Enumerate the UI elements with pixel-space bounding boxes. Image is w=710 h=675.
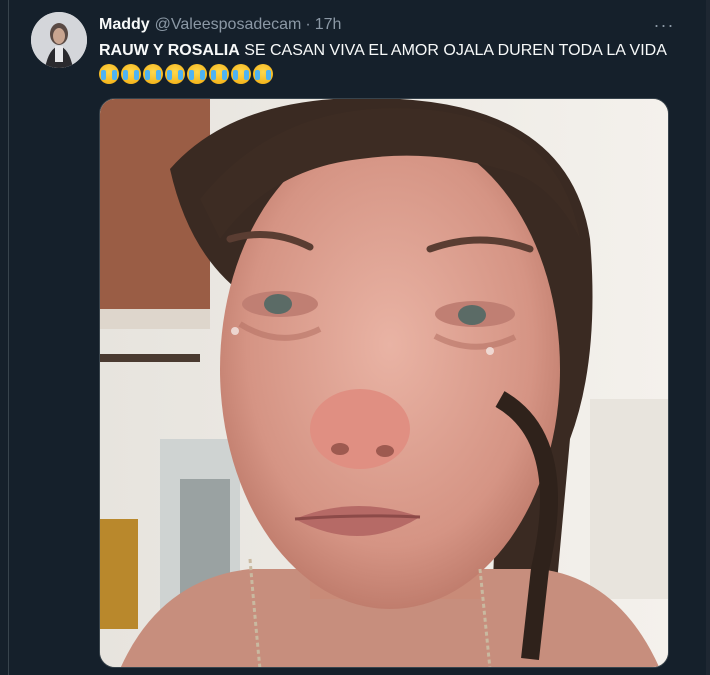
crying-face-emoji: [253, 64, 273, 84]
scrollbar[interactable]: [706, 0, 710, 675]
crying-woman-photo: [100, 99, 668, 667]
avatar-image: [31, 12, 87, 68]
avatar[interactable]: [31, 12, 87, 68]
timestamp[interactable]: 17h: [315, 16, 342, 34]
crying-face-emoji: [231, 64, 251, 84]
crying-face-emoji: [165, 64, 185, 84]
tweet-header: Maddy @Valeesposadecam · 17h ···: [99, 14, 687, 36]
crying-face-emoji: [143, 64, 163, 84]
tweet[interactable]: Maddy @Valeesposadecam · 17h ··· RAUW Y …: [9, 0, 707, 675]
user-handle[interactable]: @Valeesposadecam: [155, 16, 302, 34]
tweet-text-bold: RAUW Y ROSALIA: [99, 42, 240, 59]
emoji-row: [99, 64, 275, 84]
tweet-text-rest: SE CASAN VIVA EL AMOR OJALA DUREN TODA L…: [239, 42, 667, 59]
display-name[interactable]: Maddy: [99, 16, 150, 34]
more-options-icon[interactable]: ···: [651, 14, 677, 36]
timeline-column: Maddy @Valeesposadecam · 17h ··· RAUW Y …: [8, 0, 708, 675]
separator-dot: ·: [305, 16, 311, 33]
crying-face-emoji: [187, 64, 207, 84]
tweet-photo[interactable]: [99, 98, 669, 668]
tweet-text: RAUW Y ROSALIA SE CASAN VIVA EL AMOR OJA…: [99, 38, 669, 88]
crying-face-emoji: [209, 64, 229, 84]
crying-face-emoji: [121, 64, 141, 84]
crying-face-emoji: [99, 64, 119, 84]
